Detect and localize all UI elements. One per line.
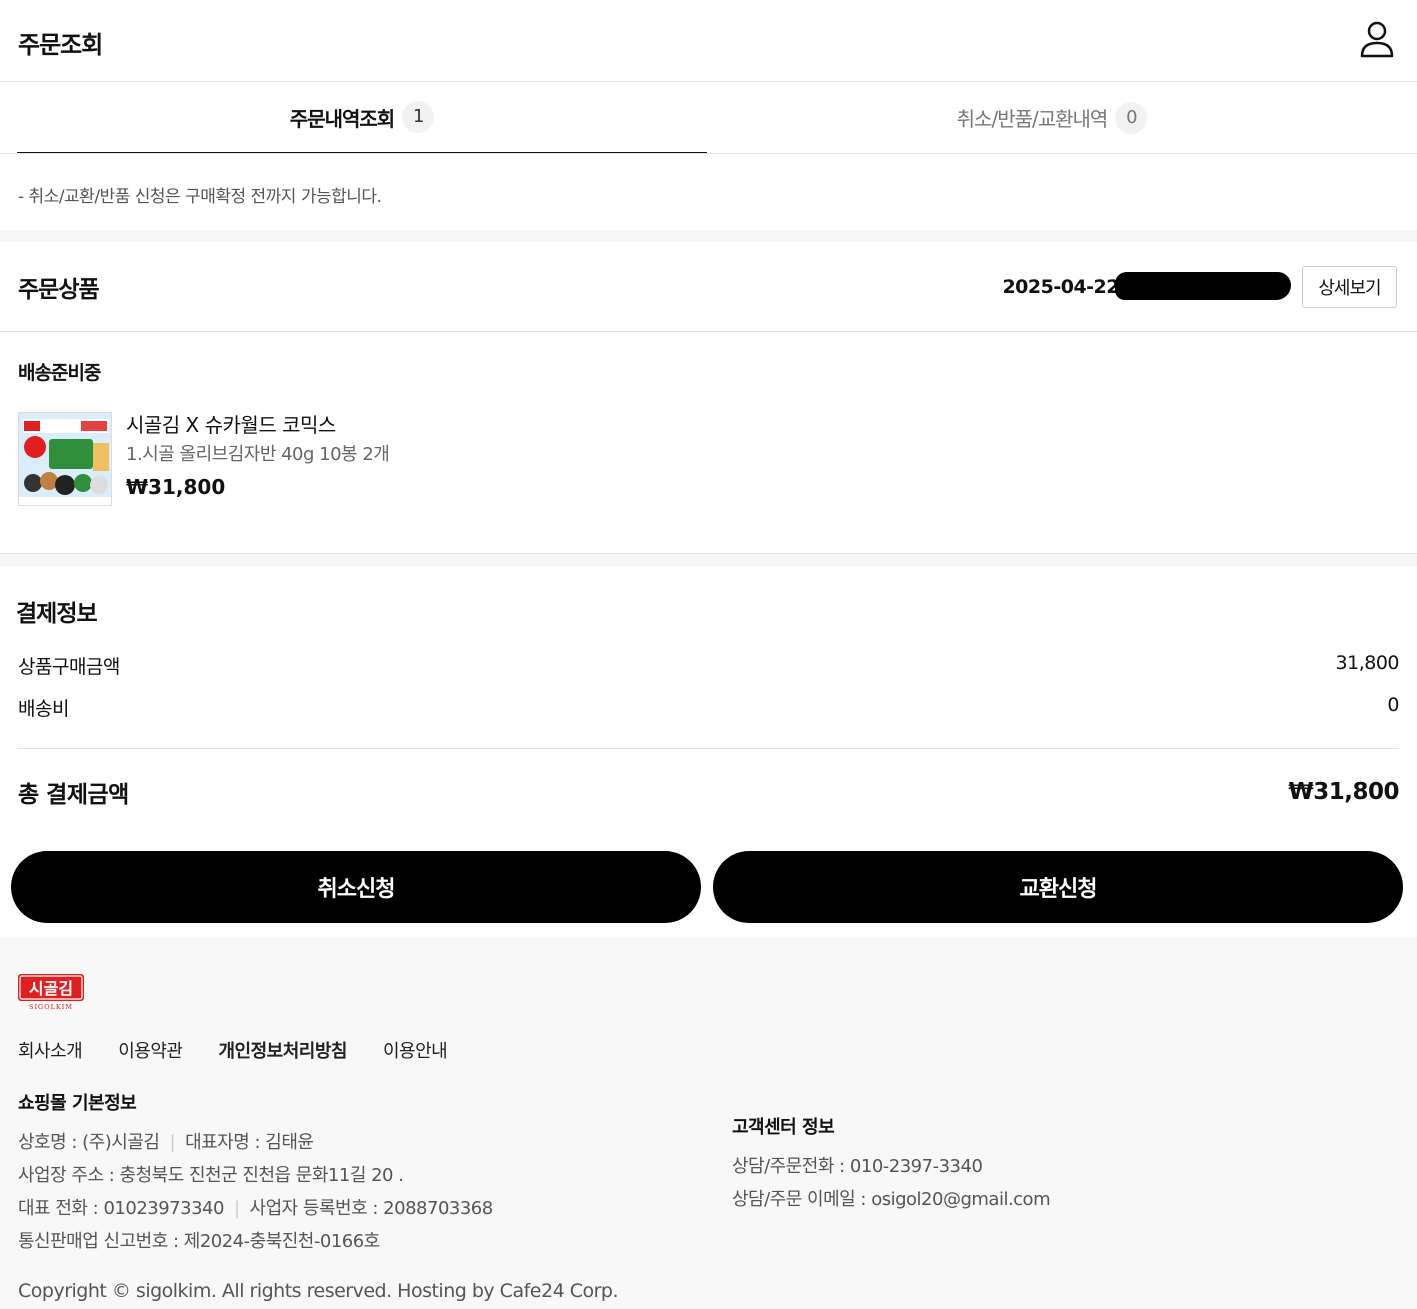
sigolkim-logo[interactable]: 시골김 SIGOLKIM: [18, 974, 86, 1010]
cs-email: 상담/주문 이메일 : osigol20@gmail.com: [732, 1189, 1051, 1210]
redacted-order-number: [1115, 272, 1291, 300]
separator: |: [169, 1132, 176, 1153]
tab-order-history-label: 주문내역조회: [289, 106, 395, 131]
section-divider: [0, 554, 1417, 566]
cancel-request-button[interactable]: 취소신청: [11, 851, 701, 923]
total-label: 총 결제금액: [18, 782, 129, 808]
section-divider: [0, 230, 1417, 242]
shop-name: 상호명 : (주)시골김: [18, 1132, 160, 1153]
order-date: 2025-04-22: [1002, 276, 1119, 298]
tab-cancel-return-exchange-count: 0: [1115, 101, 1148, 134]
order-tabs: 주문내역조회 1 취소/반품/교환내역 0: [0, 82, 1417, 154]
footer-link-guide[interactable]: 이용안내: [383, 1037, 448, 1063]
cs-info: 고객센터 정보 상담/주문전화 : 010-2397-3340 상담/주문 이메…: [732, 1111, 1051, 1216]
shipping-value: 0: [1387, 694, 1399, 716]
copyright: Copyright © sigolkim. All rights reserve…: [18, 1280, 619, 1302]
cs-info-title: 고객센터 정보: [732, 1117, 835, 1138]
product-thumbnail[interactable]: [18, 412, 112, 506]
exchange-request-button[interactable]: 교환신청: [713, 851, 1403, 923]
order-date-number: 2025-04-22: [1002, 272, 1291, 300]
footer-link-terms[interactable]: 이용약관: [118, 1037, 183, 1063]
payment-info: 결제정보 상품구매금액 31,800 배송비 0 총 결제금액 ₩31,800: [0, 566, 1417, 835]
page-header: 주문조회: [0, 0, 1417, 82]
notice-text: - 취소/교환/반품 신청은 구매확정 전까지 가능합니다.: [18, 187, 382, 207]
product-name[interactable]: 시골김 X 슈카월드 코믹스: [126, 410, 389, 440]
shipping-label: 배송비: [18, 698, 69, 720]
separator: |: [233, 1198, 240, 1219]
order-status: 배송준비중: [18, 362, 101, 384]
user-icon[interactable]: [1359, 20, 1395, 60]
product-price: ₩31,800: [126, 475, 226, 499]
subtotal-value: 31,800: [1335, 652, 1400, 674]
payment-total: 총 결제금액 ₩31,800: [16, 749, 1399, 835]
ecommerce-number: 통신판매업 신고번호 : 제2024-충북진천-0166호: [18, 1231, 380, 1252]
product-option: 1.시골 올리브김자반 40g 10봉 2개: [126, 444, 390, 465]
payment-row-shipping: 배송비 0: [16, 694, 1399, 736]
total-value: ₩31,800: [1288, 779, 1399, 805]
order-header: 주문상품 2025-04-22 상세보기: [0, 242, 1417, 332]
biz-number: 사업자 등록번호 : 2088703368: [249, 1198, 494, 1219]
shop-name-row: 상호명 : (주)시골김 | 대표자명 : 김태윤: [18, 1126, 493, 1159]
product-info: 시골김 X 슈카월드 코믹스 1.시골 올리브김자반 40g 10봉 2개 ₩3…: [126, 410, 390, 504]
payment-row-subtotal: 상품구매금액 31,800: [16, 652, 1400, 694]
order-section-title: 주문상품: [18, 277, 100, 303]
svg-text:시골김: 시골김: [29, 979, 73, 998]
shop-phone: 대표 전화 : 01023973340: [18, 1198, 224, 1219]
tab-cancel-return-exchange[interactable]: 취소/반품/교환내역 0: [707, 82, 1397, 153]
shop-address: 사업장 주소 : 충청북도 진천군 진천읍 문화11길 20 .: [18, 1165, 404, 1186]
tab-cancel-return-exchange-label: 취소/반품/교환내역: [956, 107, 1109, 131]
shop-info: 쇼핑몰 기본정보 상호명 : (주)시골김 | 대표자명 : 김태윤 사업장 주소 …: [18, 1087, 493, 1258]
product-item[interactable]: 시골김 X 슈카월드 코믹스 1.시골 올리브김자반 40g 10봉 2개 ₩3…: [0, 394, 1417, 554]
shop-info-title: 쇼핑몰 기본정보: [18, 1093, 137, 1114]
footer-links: 회사소개 이용약관 개인정보처리방침 이용안내: [18, 1037, 483, 1063]
shop-phone-row: 대표 전화 : 01023973340 | 사업자 등록번호 : 208870336…: [18, 1192, 493, 1225]
tab-order-history-count: 1: [402, 101, 435, 133]
footer-link-company[interactable]: 회사소개: [18, 1037, 83, 1063]
cs-phone: 상담/주문전화 : 010-2397-3340: [732, 1156, 983, 1177]
subtotal-label: 상품구매금액: [18, 656, 120, 678]
svg-text:SIGOLKIM: SIGOLKIM: [29, 1003, 73, 1010]
detail-button[interactable]: 상세보기: [1302, 266, 1397, 308]
footer: 시골김 SIGOLKIM 회사소개 이용약관 개인정보처리방침 이용안내 쇼핑몰…: [0, 937, 1417, 1309]
tab-order-history[interactable]: 주문내역조회 1: [17, 82, 707, 153]
page-title: 주문조회: [18, 31, 103, 59]
ceo-name: 대표자명 : 김태윤: [185, 1132, 314, 1153]
payment-title: 결제정보: [16, 601, 98, 627]
footer-link-privacy[interactable]: 개인정보처리방침: [219, 1037, 348, 1063]
